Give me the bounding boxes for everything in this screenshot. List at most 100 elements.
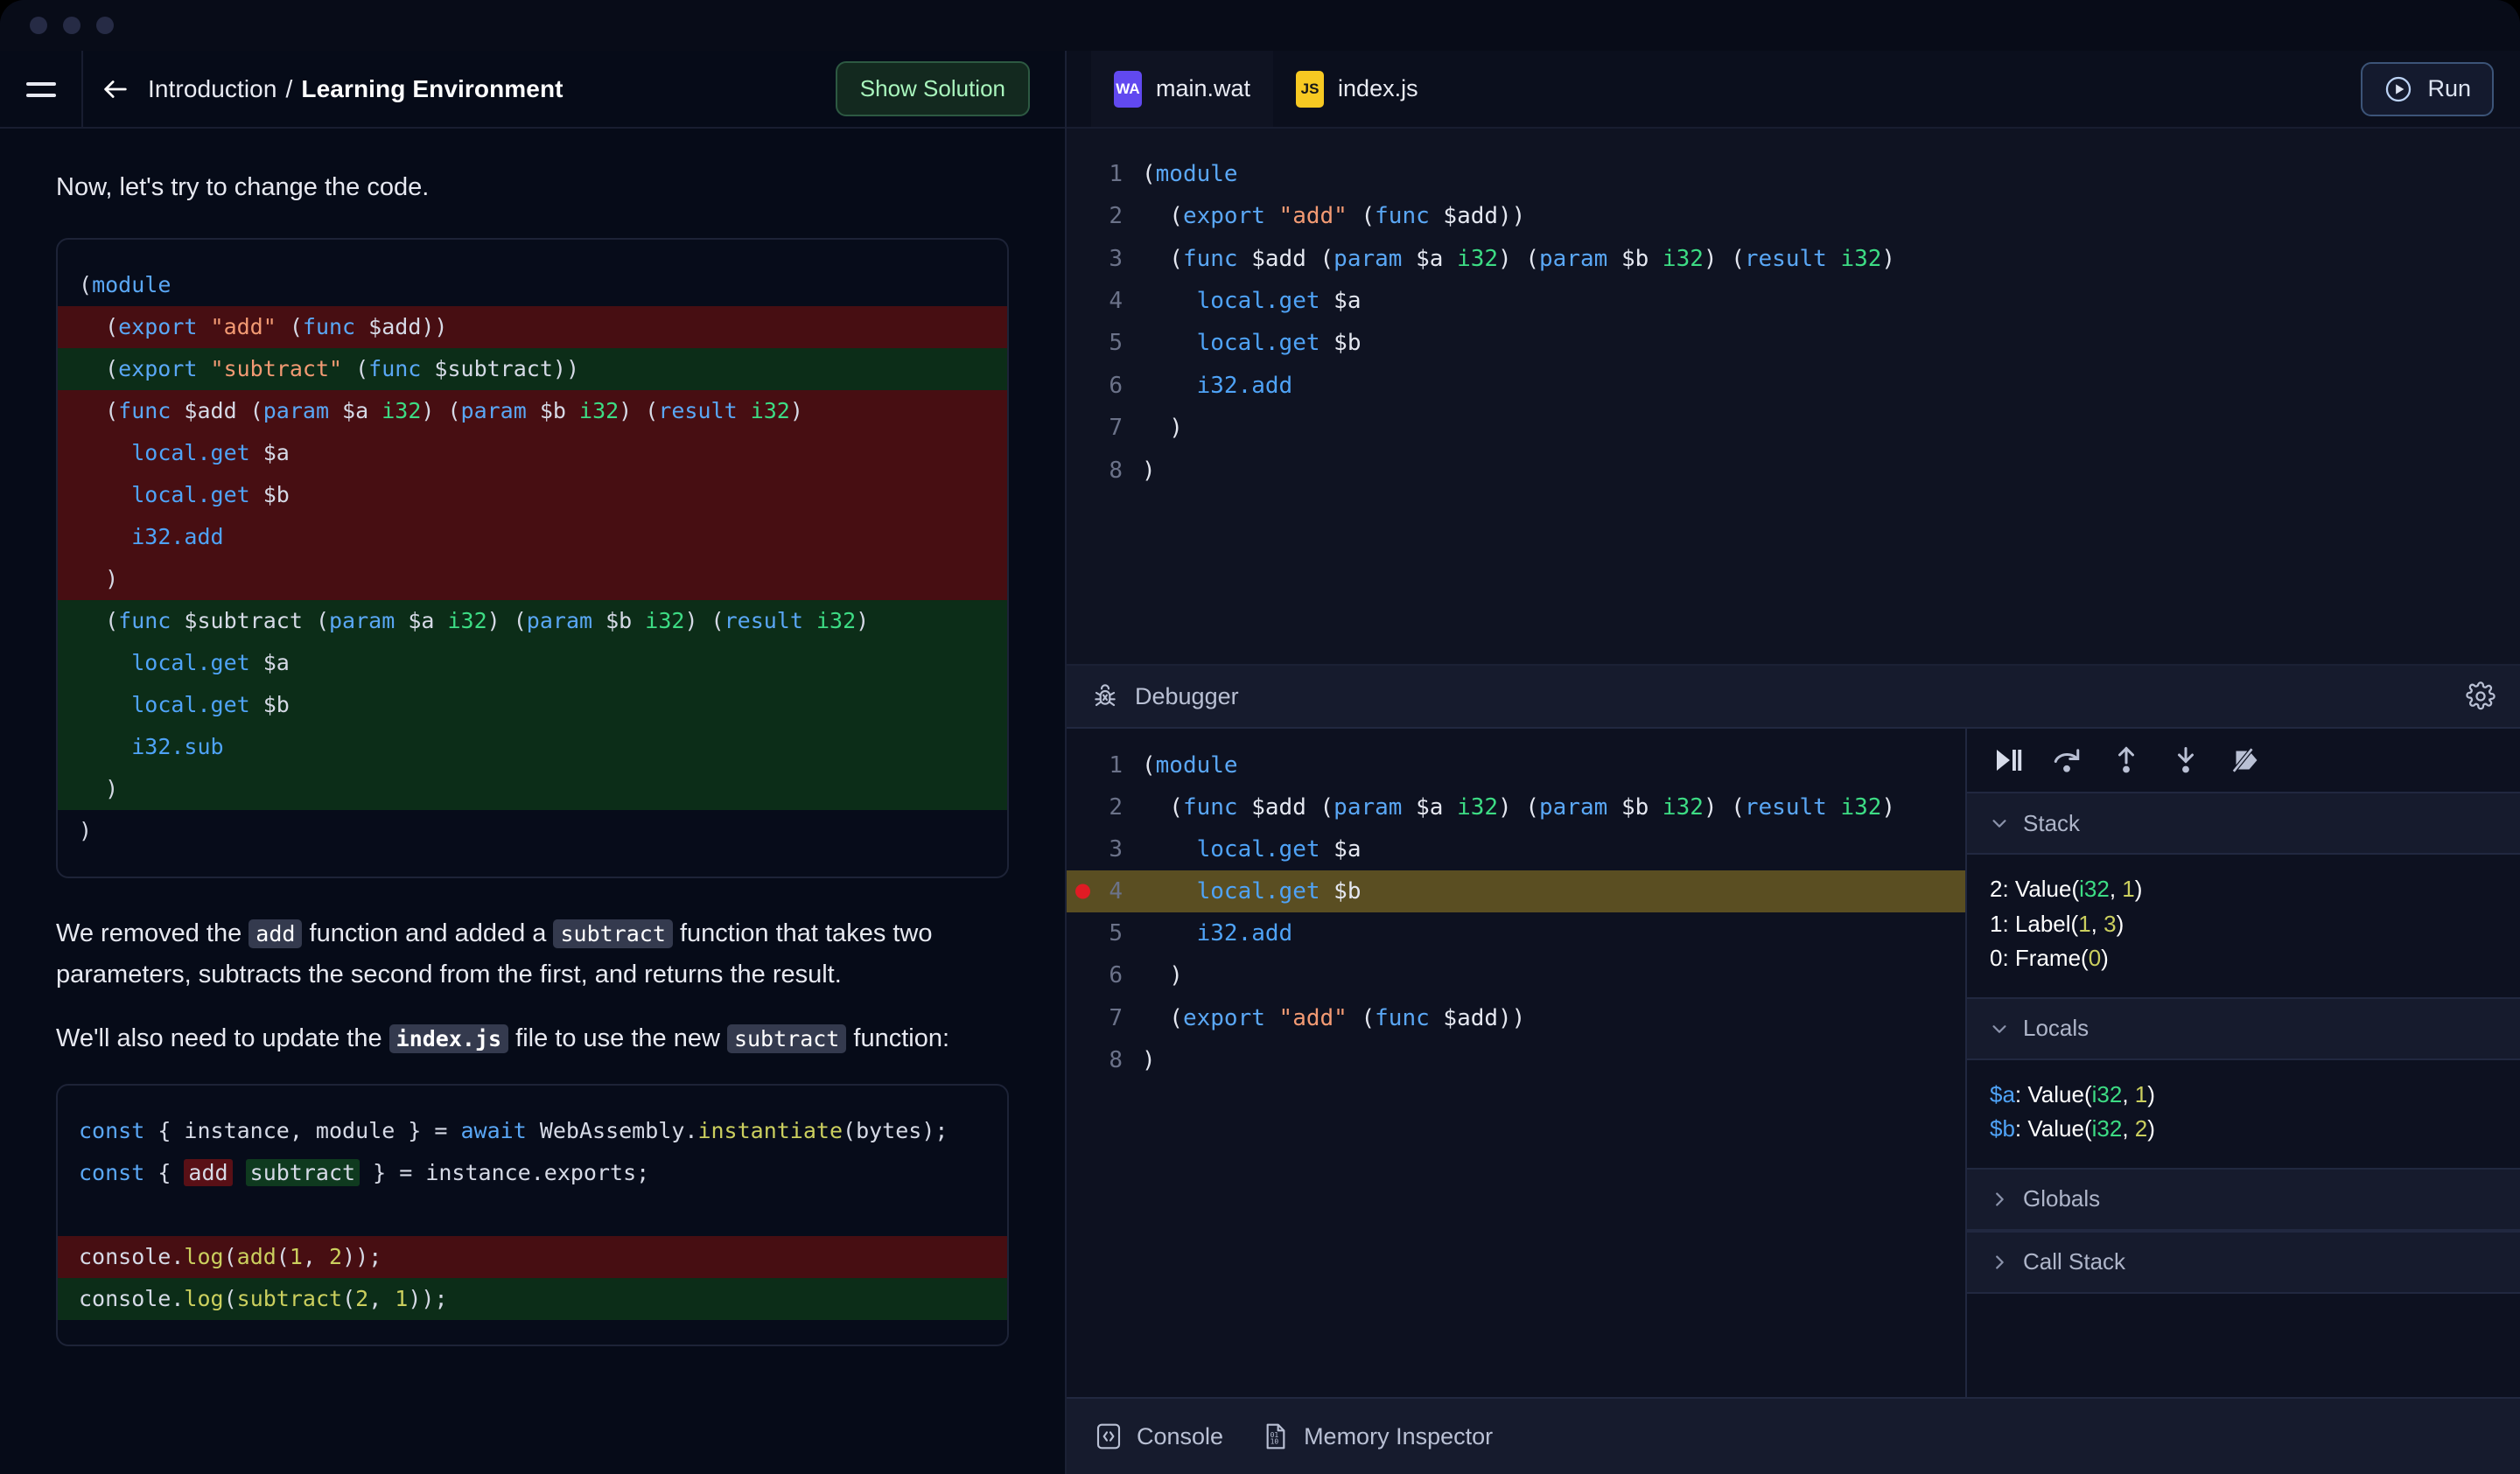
editor-line[interactable]: 3 (func $add (param $a i32) (param $b i3… [1067,238,2520,280]
deactivate-breakpoints-button[interactable] [2230,744,2261,776]
debugger-line-gutter[interactable]: 6 [1067,954,1142,996]
deactivate-breakpoints-icon [2230,744,2261,776]
console-tab-label: Console [1137,1423,1223,1450]
section-header-call-stack[interactable]: Call Stack [1967,1231,2520,1294]
editor-line[interactable]: 4 local.get $a [1067,280,2520,322]
locals-entry: $a: Value(i32, 1) [1990,1078,2497,1113]
editor-line[interactable]: 5 local.get $b [1067,322,2520,364]
diff-line-del: i32.add [58,516,1007,558]
debugger-line-gutter[interactable]: 7 [1067,997,1142,1039]
tab-label-index-js: index.js [1338,75,1418,102]
tab-index-js[interactable]: JS index.js [1273,51,1441,127]
locals-entries: $a: Value(i32, 1)$b: Value(i32, 2) [1967,1060,2520,1168]
debugger-bottom-bar: Console 01 10 Memory Inspector [1067,1397,2520,1474]
diff-line-ctx: (module [58,264,1007,306]
editor-line-code: i32.add [1142,365,1292,407]
app-window: Introduction / Learning Environment Show… [0,0,2520,1474]
code-editor[interactable]: 1(module2 (export "add" (func $add))3 (f… [1067,129,2520,666]
js-diff-codeblock: const { instance, module } = await WebAs… [56,1084,1009,1346]
menu-button[interactable] [0,51,83,127]
debugger-sidebar: Stack 2: Value(i32, 1)1: Label(1, 3)0: F… [1965,729,2520,1397]
diff-line-del: (export "add" (func $add)) [58,306,1007,348]
debugger-code-view[interactable]: 1(module2 (func $add (param $a i32) (par… [1067,729,1965,1397]
window-maximize-dot[interactable] [96,17,114,34]
section-header-locals[interactable]: Locals [1967,997,2520,1060]
step-into-icon [2170,744,2202,776]
editor-line[interactable]: 6 i32.add [1067,365,2520,407]
svg-text:10: 10 [1270,1438,1279,1446]
editor-line-code: ) [1142,407,1183,449]
step-into-button[interactable] [2170,744,2202,776]
debugger-line-gutter[interactable]: 8 [1067,1039,1142,1081]
debugger-line-gutter[interactable]: 2 [1067,786,1142,828]
show-solution-button[interactable]: Show Solution [836,61,1030,116]
debugger-line-gutter[interactable]: 5 [1067,912,1142,954]
continue-pause-icon [1992,744,2023,776]
editor-line-code: (module [1142,153,1238,195]
locals-entry: $b: Value(i32, 2) [1990,1112,2497,1147]
debugger-line-gutter[interactable]: 4 [1067,870,1142,912]
editor-line-number: 2 [1067,195,1142,237]
back-button[interactable] [83,74,148,104]
debugger-line[interactable]: 2 (func $add (param $a i32) (param $b i3… [1067,786,1965,828]
chevron-down-icon [1990,1019,2009,1038]
lesson-content: Now, let's try to change the code. (modu… [0,129,1065,1474]
gear-icon [2466,681,2496,711]
debugger-line[interactable]: 1(module [1067,744,1965,786]
inline-code-subtract: subtract [727,1024,846,1053]
debugger-line-current[interactable]: 4 local.get $b [1067,870,1965,912]
section-header-stack[interactable]: Stack [1967,792,2520,855]
editor-line-number: 8 [1067,450,1142,492]
tab-main-wat[interactable]: WA main.wat [1091,51,1273,127]
inline-code-subtract: subtract [553,919,672,948]
editor-line-code: (export "add" (func $add)) [1142,195,1525,237]
editor-line[interactable]: 7 ) [1067,407,2520,449]
diff-line-add: local.get $a [58,642,1007,684]
breakpoint-marker[interactable] [1075,884,1090,899]
editor-line[interactable]: 1(module [1067,153,2520,195]
diff-line-del: console.log(add(1, 2)); [58,1236,1007,1278]
editor-line-code: local.get $b [1142,322,1361,364]
run-button[interactable]: Run [2361,62,2494,116]
step-over-button[interactable] [2051,744,2082,776]
memory-inspector-tab[interactable]: 01 10 Memory Inspector [1262,1421,1493,1452]
debugger-line-code: (func $add (param $a i32) (param $b i32)… [1142,786,1895,828]
editor-line[interactable]: 2 (export "add" (func $add)) [1067,195,2520,237]
run-button-label: Run [2427,75,2471,102]
code-brackets-icon [1095,1421,1123,1452]
stack-entry: 1: Label(1, 3) [1990,907,2497,942]
continue-pause-button[interactable] [1992,744,2023,776]
debugger-title: Debugger [1135,683,1239,710]
stack-entry: 0: Frame(0) [1990,941,2497,976]
stack-entry: 2: Value(i32, 1) [1990,872,2497,907]
debugger-line[interactable]: 8) [1067,1039,1965,1081]
diff-line-add: (func $subtract (param $a i32) (param $b… [58,600,1007,642]
editor-line-number: 6 [1067,365,1142,407]
breadcrumb-current: Learning Environment [301,75,563,103]
editor-line[interactable]: 8) [1067,450,2520,492]
diff-line-add: console.log(subtract(2, 1)); [58,1278,1007,1320]
diff-line-del: local.get $a [58,432,1007,474]
step-out-button[interactable] [2110,744,2142,776]
editor-line-number: 1 [1067,153,1142,195]
debugger-line[interactable]: 7 (export "add" (func $add)) [1067,997,1965,1039]
chevron-down-icon [1990,814,2009,833]
tab-label-main-wat: main.wat [1156,75,1250,102]
lesson-intro-paragraph: Now, let's try to change the code. [56,167,957,208]
debugger-line-gutter[interactable]: 1 [1067,744,1142,786]
debugger-settings-button[interactable] [2466,681,2496,711]
debugger-line[interactable]: 5 i32.add [1067,912,1965,954]
editor-line-number: 3 [1067,238,1142,280]
console-tab[interactable]: Console [1095,1421,1223,1452]
section-header-globals[interactable]: Globals [1967,1168,2520,1231]
debugger-line-gutter[interactable]: 3 [1067,828,1142,870]
window-minimize-dot[interactable] [63,17,80,34]
debugger-line[interactable]: 3 local.get $a [1067,828,1965,870]
window-close-dot[interactable] [30,17,47,34]
breadcrumb-root[interactable]: Introduction [148,75,277,103]
editor-line-number: 4 [1067,280,1142,322]
debugger-line[interactable]: 6 ) [1067,954,1965,996]
editor-line-code: (func $add (param $a i32) (param $b i32)… [1142,238,1895,280]
diff-line-ctx: ) [58,810,1007,852]
lesson-paragraph-3: We'll also need to update the index.js f… [56,1018,957,1059]
